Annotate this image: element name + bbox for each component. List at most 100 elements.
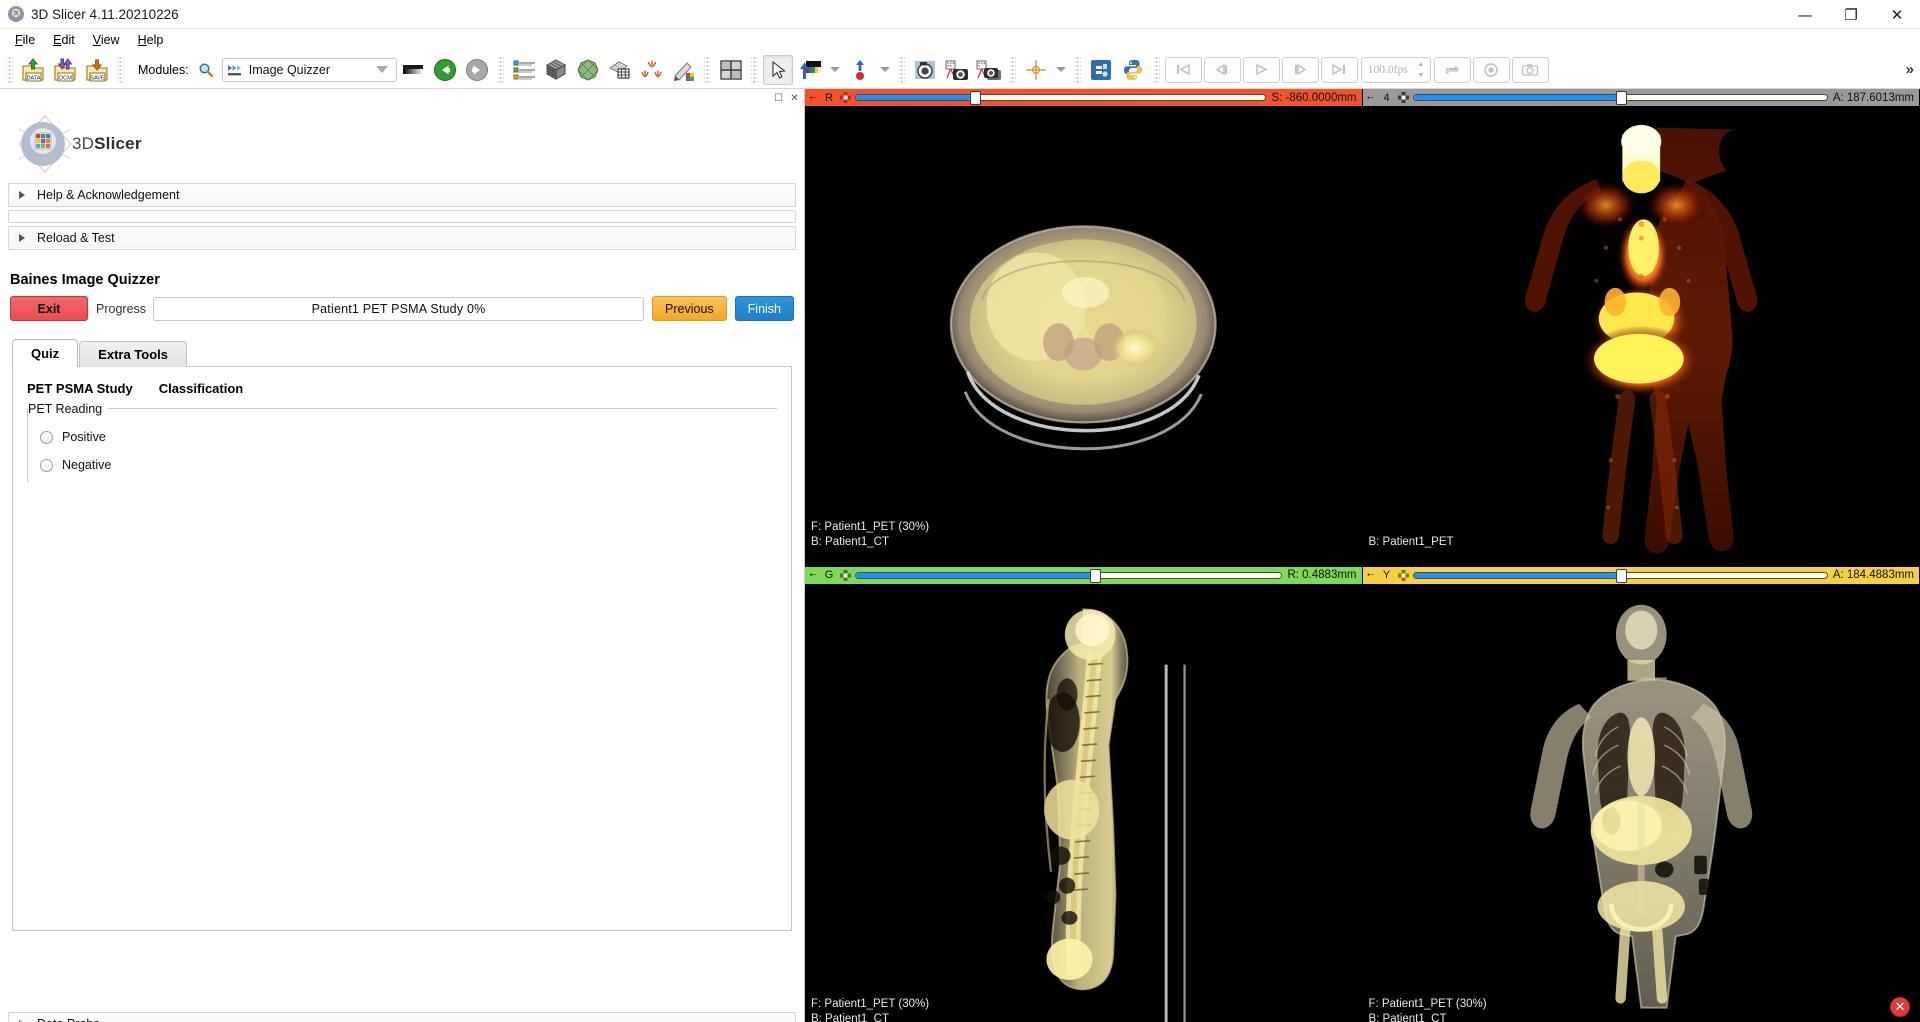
radio-button-negative[interactable] xyxy=(40,458,53,472)
green-slice-slider[interactable] xyxy=(855,568,1283,583)
place-fiducial-dropdown-icon[interactable] xyxy=(879,67,890,72)
window-level-dropdown-icon[interactable] xyxy=(829,67,840,72)
previous-button[interactable]: Previous xyxy=(652,296,727,321)
slider-fill xyxy=(856,572,1092,578)
record-icon[interactable] xyxy=(1472,56,1510,83)
slicer-brand-text: 3DSlicer xyxy=(72,134,142,154)
module-selector-combobox[interactable]: Image Quizzer xyxy=(221,57,397,82)
play-icon[interactable] xyxy=(1242,56,1280,83)
maximize-button[interactable]: ❐ xyxy=(1828,0,1874,29)
radio-option-negative[interactable]: Negative xyxy=(40,454,777,476)
error-badge[interactable]: ✕ xyxy=(1890,997,1910,1017)
magnifier-icon[interactable] xyxy=(198,62,214,78)
tab-extra-tools[interactable]: Extra Tools xyxy=(79,341,188,367)
finish-button[interactable]: Finish xyxy=(734,296,794,321)
red-view-canvas[interactable] xyxy=(805,106,1362,567)
radio-button-positive[interactable] xyxy=(40,430,53,444)
module-selected-label: Image Quizzer xyxy=(248,62,331,77)
previous-frame-icon[interactable] xyxy=(1203,56,1241,83)
pin-icon[interactable]: ⭠ xyxy=(1364,570,1378,580)
exit-button[interactable]: Exit xyxy=(10,296,88,321)
data-tree-icon[interactable] xyxy=(509,55,539,85)
forward-arrow-gray-icon[interactable] xyxy=(462,55,492,85)
red-slice-slider[interactable] xyxy=(855,91,1267,105)
reticle-icon[interactable] xyxy=(1396,569,1411,581)
progress-bar: Patient1 PET PSMA Study 0% xyxy=(153,296,645,321)
minimize-button[interactable]: — xyxy=(1782,0,1828,29)
menu-help[interactable]: Help xyxy=(129,31,173,50)
reticle-icon[interactable] xyxy=(838,569,853,581)
last-frame-icon[interactable] xyxy=(1320,56,1358,83)
pin-icon[interactable]: ⭠ xyxy=(806,570,820,580)
pin-icon[interactable]: ⭠ xyxy=(1364,93,1378,103)
first-frame-icon[interactable] xyxy=(1164,56,1202,83)
fps-stepper[interactable]: ▲ ▼ xyxy=(1414,59,1428,81)
section-data-probe[interactable]: Data Probe xyxy=(8,1012,796,1022)
place-fiducial-icon[interactable] xyxy=(845,55,875,85)
svg-text:DATA: DATA xyxy=(26,75,40,81)
red-axial-view[interactable]: ⭠ R S: -860.0000mm F: Patient1_PET (30%)… xyxy=(805,89,1363,567)
slider-handle[interactable] xyxy=(970,91,982,105)
fourth-slice-slider[interactable] xyxy=(1412,91,1828,105)
quiz-study-label: PET PSMA Study xyxy=(27,381,133,396)
python-icon[interactable] xyxy=(1118,55,1148,85)
transform-grid-icon[interactable] xyxy=(605,55,635,85)
slider-handle[interactable] xyxy=(1616,568,1627,583)
crosshair-dropdown-icon[interactable] xyxy=(1055,67,1066,72)
chevron-down-icon[interactable] xyxy=(375,66,388,73)
red-foreground-label: F: Patient1_PET (30%) xyxy=(811,520,930,533)
yellow-coronal-view[interactable]: ⭠ Y A: 184.4883mm F: Patient1_PET (30%) … xyxy=(1362,566,1920,1022)
window-level-icon[interactable] xyxy=(795,55,825,85)
radio-option-positive[interactable]: Positive xyxy=(40,426,777,448)
camera-multi-icon[interactable] xyxy=(974,55,1004,85)
menu-edit[interactable]: Edit xyxy=(44,31,84,50)
tab-strip: Quiz Extra Tools xyxy=(12,339,792,367)
model-gem-icon[interactable] xyxy=(573,55,603,85)
screen-capture-icon[interactable] xyxy=(910,55,940,85)
fps-field[interactable]: 100.0fps ▲ ▼ xyxy=(1360,56,1431,83)
yellow-slice-slider[interactable] xyxy=(1412,568,1828,583)
crosshair-icon[interactable] xyxy=(1021,55,1051,85)
section-help-acknowledgement[interactable]: Help & Acknowledgement xyxy=(8,183,796,207)
pet-reading-group: PET Reading Positive Negative xyxy=(27,402,777,482)
green-sagittal-view[interactable]: ⭠ G R: 0.4883mm F: Patient1_PET (30%) B:… xyxy=(805,566,1363,1022)
slider-handle[interactable] xyxy=(1616,91,1627,105)
close-panel-icon[interactable]: ✕ xyxy=(789,93,800,104)
yellow-view-canvas[interactable] xyxy=(1363,583,1920,1022)
volume-cube-icon[interactable] xyxy=(541,55,571,85)
four-up-layout-icon[interactable] xyxy=(716,55,746,85)
menu-file[interactable]: File xyxy=(6,31,44,50)
main-toolbar: DATA DCM SAVE Modules: Image Quizzer 100… xyxy=(0,51,1920,89)
load-data-button[interactable]: DATA xyxy=(18,55,48,85)
menu-view[interactable]: View xyxy=(84,31,129,50)
slider-handle[interactable] xyxy=(1090,568,1102,583)
pin-icon[interactable]: ⭠ xyxy=(806,93,820,103)
fourth-view-canvas[interactable] xyxy=(1363,106,1920,567)
grayscale-bar-icon[interactable] xyxy=(398,55,428,85)
camera-single-icon[interactable] xyxy=(942,55,972,85)
extensions-icon[interactable] xyxy=(1086,55,1116,85)
reticle-icon[interactable] xyxy=(838,92,853,103)
reticle-icon[interactable] xyxy=(1396,92,1411,103)
green-view-canvas[interactable] xyxy=(805,583,1362,1022)
next-frame-icon[interactable] xyxy=(1281,56,1319,83)
annotation-pencil-icon[interactable] xyxy=(669,55,699,85)
restore-panel-icon[interactable]: ☐ xyxy=(773,93,784,104)
quiz-heading: PET PSMA Study Classification xyxy=(27,381,777,396)
load-dicom-button[interactable]: DCM xyxy=(50,55,80,85)
close-button[interactable]: ✕ xyxy=(1874,0,1920,29)
fourth-3d-view[interactable]: ⭠ 4 A: 187.6013mm B: Patient1_PET xyxy=(1362,89,1920,567)
menu-edit-rest: dit xyxy=(61,32,75,47)
slicer-application-window: 3D Slicer 4.11.20210226 — ❐ ✕ File Edit … xyxy=(0,0,1920,1022)
tab-panel-quiz: PET PSMA Study Classification PET Readin… xyxy=(12,366,792,931)
cursor-arrow-icon[interactable] xyxy=(762,54,793,85)
markups-fiducial-icon[interactable] xyxy=(637,55,667,85)
snapshot-icon[interactable] xyxy=(1511,56,1549,83)
loop-icon[interactable] xyxy=(1433,56,1471,83)
red-slice-offset-value: S: -860.0000mm xyxy=(1271,91,1357,104)
toolbar-overflow-button[interactable]: » xyxy=(1906,61,1914,78)
tab-quiz[interactable]: Quiz xyxy=(12,339,79,367)
section-reload-test[interactable]: Reload & Test xyxy=(8,226,796,250)
back-arrow-green-icon[interactable] xyxy=(430,55,460,85)
save-data-button[interactable]: SAVE xyxy=(82,55,112,85)
